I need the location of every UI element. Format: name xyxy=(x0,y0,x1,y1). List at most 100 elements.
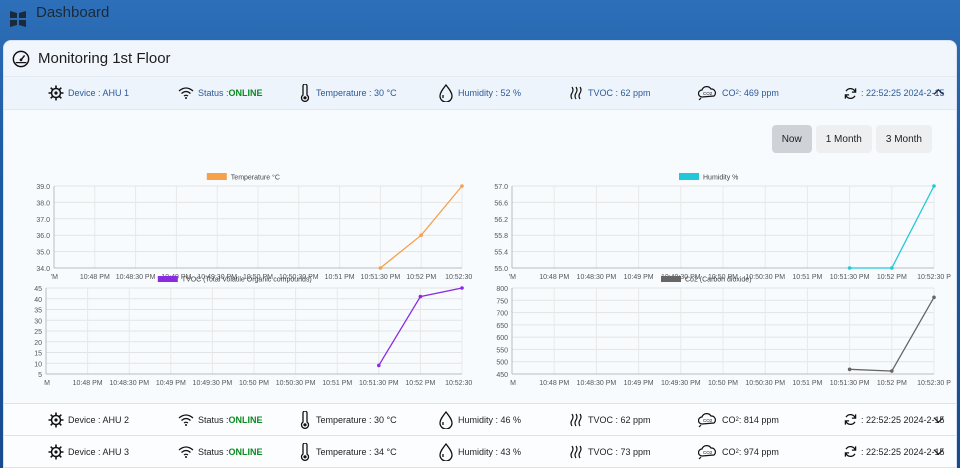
y-tick-label: 34.0 xyxy=(36,266,50,273)
refresh-icon[interactable] xyxy=(844,445,857,458)
x-tick-label: 10:52 PM xyxy=(877,380,907,387)
humidity-chart: 55.055.455.856.256.657.0'M 10:48 PM 10:48:… xyxy=(494,173,951,281)
humidity-value: Humidity : 43 % xyxy=(458,446,522,457)
x-tick-label: 10:51 PM xyxy=(792,380,822,387)
wifi-icon xyxy=(178,445,194,458)
x-tick-label: 10:49:30 PM xyxy=(193,380,233,387)
y-tick-label: 55.4 xyxy=(494,250,508,257)
chevron-up-icon[interactable] xyxy=(933,87,944,98)
x-tick-label: 10:48 PM xyxy=(539,380,569,387)
y-tick-label: 15 xyxy=(34,351,42,358)
x-tick-label: M xyxy=(510,380,516,387)
humidity-cell: Humidity : 46 % xyxy=(438,404,521,435)
tvoc-value: TVOC : 62 ppm xyxy=(588,88,651,98)
temperature-cell: Temperature : 30 °C xyxy=(298,77,397,109)
x-tick-label: 10:52:30 P xyxy=(445,380,474,387)
status-cell: Status : ONLINE xyxy=(178,404,263,435)
data-point xyxy=(932,184,936,188)
y-tick-label: 10 xyxy=(34,361,42,368)
co2-value: : 974 ppm xyxy=(738,446,779,457)
device-row-ahu-1[interactable]: Device : AHU 1 Status : ONLINE Temperatu… xyxy=(4,77,956,109)
x-tick-label: 10:48:30 PM xyxy=(577,380,617,387)
x-tick-label: 10:50:30 PM xyxy=(276,380,316,387)
app-title[interactable]: Dashboard xyxy=(36,4,109,21)
co2-icon: CO2 xyxy=(698,412,716,427)
data-point xyxy=(460,184,464,188)
co2-icon: CO2 xyxy=(698,86,716,101)
data-point xyxy=(890,266,894,270)
y-tick-label: 36.0 xyxy=(36,233,50,240)
thermometer-icon xyxy=(300,442,310,461)
y-tick-label: 39.0 xyxy=(36,184,50,191)
co2-cell: CO2 CO 2 : 469 ppm xyxy=(698,77,779,109)
legend-swatch xyxy=(679,173,699,180)
gauge-icon xyxy=(12,50,30,67)
y-tick-label: 650 xyxy=(496,323,508,330)
range-1-month-button[interactable]: 1 Month xyxy=(815,125,872,153)
humidity-icon xyxy=(439,410,453,429)
page-title: Monitoring 1st Floor xyxy=(38,50,171,67)
co2-value: : 814 ppm xyxy=(738,414,779,425)
legend-swatch xyxy=(157,276,178,282)
data-point xyxy=(932,295,936,300)
temperature-chart: 34.035.036.037.038.039.0'M 10:48 PM 10:48:… xyxy=(36,173,474,281)
updated-cell: : 22:52:25 2024-2-15 xyxy=(844,404,945,435)
refresh-icon[interactable] xyxy=(844,413,857,426)
x-tick-label: 10:50 PM xyxy=(239,380,269,387)
device-row-ahu-2[interactable]: Device : AHU 2 Status : ONLINE Temperatu… xyxy=(4,403,956,435)
gear-icon xyxy=(48,85,64,101)
co2-prefix: CO xyxy=(722,446,736,457)
top-bar: Dashboard xyxy=(0,0,960,38)
status-cell: Status : ONLINE xyxy=(178,77,263,109)
data-point xyxy=(419,233,424,237)
y-tick-label: 55.8 xyxy=(494,233,508,240)
x-tick-label: 10:49 PM xyxy=(624,380,654,387)
co2-value: : 469 ppm xyxy=(738,88,779,98)
co2-icon: CO2 xyxy=(698,444,716,459)
tvoc-value: TVOC : 73 ppm xyxy=(588,446,651,457)
chevron-down-icon[interactable] xyxy=(933,414,944,425)
legend-label: Humidity % xyxy=(703,175,738,182)
dashboard-logo-icon[interactable] xyxy=(8,9,28,29)
status-badge: ONLINE xyxy=(228,446,263,457)
status-cell: Status : ONLINE xyxy=(178,436,263,467)
x-tick-label: M xyxy=(44,380,50,387)
co2-cell: CO2 CO 2 : 814 ppm xyxy=(698,404,779,435)
co2-prefix: CO xyxy=(722,414,736,425)
refresh-icon[interactable] xyxy=(844,87,857,100)
data-point xyxy=(378,266,383,270)
device-row-ahu-3[interactable]: Device : AHU 3 Status : ONLINE Temperatu… xyxy=(4,435,956,467)
tvoc-icon xyxy=(570,445,582,458)
temperature-cell: Temperature : 30 °C xyxy=(298,404,397,435)
x-tick-label: 10:50:30 PM xyxy=(745,380,785,387)
panel-header: Monitoring 1st Floor xyxy=(4,41,956,77)
y-tick-label: 55.0 xyxy=(494,266,508,273)
y-tick-label: 550 xyxy=(496,347,508,354)
chevron-down-icon[interactable] xyxy=(933,446,944,457)
legend-swatch xyxy=(661,276,681,282)
thermometer-icon xyxy=(300,410,310,429)
x-tick-label: 10:52 PM xyxy=(405,380,435,387)
x-tick-label: 10:48:30 PM xyxy=(109,380,149,387)
data-point xyxy=(847,367,852,372)
co2-prefix: CO xyxy=(722,88,736,98)
y-tick-label: 600 xyxy=(496,335,508,342)
svg-text:CO2: CO2 xyxy=(703,450,713,455)
thermometer-icon xyxy=(300,84,310,102)
device-cell: Device : AHU 2 xyxy=(48,404,129,435)
y-tick-label: 25 xyxy=(34,329,42,336)
y-tick-label: 57.0 xyxy=(494,184,508,191)
legend-label: TVOC (Total Volatile Organic compounds) xyxy=(182,277,312,284)
gear-icon xyxy=(48,444,64,459)
range-now-button[interactable]: Now xyxy=(771,125,812,153)
co2-chart: 450 500 550 600 650 700 750 800 M 10:48 PM 10:48:3… xyxy=(496,276,951,387)
range-3-month-button[interactable]: 3 Month xyxy=(875,125,932,153)
data-point xyxy=(847,266,852,270)
tvoc-icon xyxy=(570,413,582,426)
y-tick-label: 35 xyxy=(34,308,42,315)
monitoring-panel: Monitoring 1st Floor Device : AHU 1 Stat… xyxy=(3,40,957,468)
co2-cell: CO2 CO 2 : 974 ppm xyxy=(698,436,779,467)
humidity-value: Humidity : 46 % xyxy=(458,414,522,425)
tvoc-value: TVOC : 62 ppm xyxy=(588,414,651,425)
updated-cell: : 22:52:25 2024-2-15 xyxy=(844,77,945,109)
